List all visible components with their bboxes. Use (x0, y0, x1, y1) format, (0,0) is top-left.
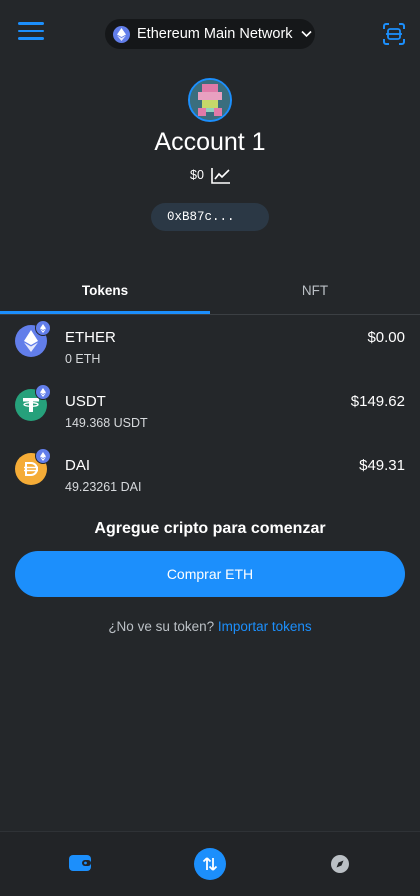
top-bar: Ethereum Main Network (0, 0, 420, 68)
hamburger-menu-icon[interactable] (18, 22, 44, 44)
token-fiat-value: $0.00 (367, 329, 405, 346)
network-label: Ethereum Main Network (137, 26, 293, 42)
token-row-dai[interactable]: DAI 49.23261 DAI $49.31 (0, 446, 420, 510)
token-symbol: ETHER (65, 329, 116, 346)
import-prompt: ¿No ve su token? (108, 619, 215, 634)
tab-tokens[interactable]: Tokens (0, 272, 210, 313)
network-selector[interactable]: Ethereum Main Network (105, 19, 315, 49)
asset-tabs: Tokens NFT (0, 272, 420, 315)
token-row-usdt[interactable]: USDT 149.368 USDT $149.62 (0, 382, 420, 446)
import-tokens-link[interactable]: Importar tokens (218, 619, 312, 634)
tab-nft[interactable]: NFT (210, 272, 420, 313)
line-chart-icon[interactable] (211, 167, 231, 184)
qr-scan-icon[interactable] (382, 22, 406, 46)
ethereum-badge-icon (35, 448, 51, 464)
token-fiat-value: $149.62 (350, 393, 405, 410)
wallet-icon[interactable] (69, 854, 91, 872)
ethereum-icon (113, 25, 130, 43)
active-tab-indicator (0, 311, 210, 314)
token-fiat-value: $49.31 (359, 457, 405, 474)
account-address[interactable]: 0xB87c... (151, 203, 269, 231)
token-symbol: USDT (65, 393, 106, 410)
account-name[interactable]: Account 1 (0, 128, 420, 157)
add-crypto-heading: Agregue cripto para comenzar (94, 520, 326, 537)
ethereum-badge-icon (35, 320, 51, 336)
account-balance: $0 (190, 168, 204, 182)
swap-icon[interactable] (194, 848, 226, 880)
token-row-ether[interactable]: ETHER 0 ETH $0.00 (0, 318, 420, 382)
token-amount: 49.23261 DAI (65, 480, 142, 494)
balance-row: $0 (190, 163, 231, 187)
account-avatar[interactable] (188, 78, 232, 122)
chevron-down-icon (300, 30, 312, 38)
import-tokens-row: ¿No ve su token? Importar tokens (0, 619, 420, 634)
buy-eth-button[interactable]: Comprar ETH (15, 551, 405, 597)
ethereum-badge-icon (35, 384, 51, 400)
token-list: ETHER 0 ETH $0.00 USDT 149.368 USDT $149… (0, 318, 420, 510)
token-amount: 0 ETH (65, 352, 101, 366)
token-amount: 149.368 USDT (65, 416, 148, 430)
browser-compass-icon[interactable] (330, 854, 350, 874)
bottom-nav (0, 831, 420, 896)
token-symbol: DAI (65, 457, 91, 474)
